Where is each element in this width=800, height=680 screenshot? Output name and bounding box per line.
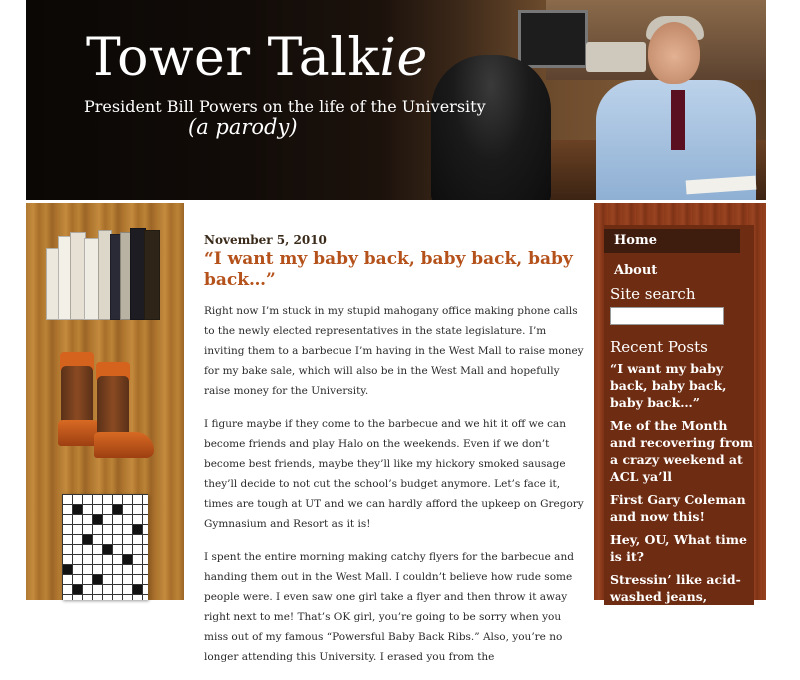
- recent-post-link[interactable]: First Gary Coleman and now this!: [610, 491, 756, 525]
- recent-post-link[interactable]: Hey, OU, What time is it?: [610, 531, 756, 565]
- site-title-main: Tower Talk: [86, 28, 380, 88]
- site-subtitle: President Bill Powers on the life of the…: [84, 97, 486, 116]
- site-search-input[interactable]: [610, 307, 724, 325]
- header-photo-visitor: [431, 55, 551, 200]
- recent-posts-list: “I want my baby back, baby back, baby ba…: [610, 360, 756, 611]
- post-paragraph-1: Right now I’m stuck in my stupid mahogan…: [204, 305, 584, 397]
- search-heading: Site search: [610, 285, 696, 303]
- site-title-suffix: ie: [379, 28, 428, 88]
- post-paragraph-2: I figure maybe if they come to the barbe…: [204, 418, 584, 530]
- site-title[interactable]: Tower Talkie: [86, 28, 428, 88]
- post-body: Right now I’m stuck in my stupid mahogan…: [204, 301, 584, 680]
- crossword-icon: [62, 494, 148, 600]
- right-sidebar: Home About Site search Recent Posts “I w…: [594, 203, 766, 605]
- books-icon: [46, 228, 160, 320]
- header-photo-tie: [671, 90, 685, 150]
- site-parody-tag: (a parody): [188, 115, 298, 139]
- nav-item-home[interactable]: Home: [604, 229, 740, 253]
- header-photo-president-head: [648, 22, 700, 84]
- nav-item-about[interactable]: About: [614, 263, 657, 278]
- recent-posts-heading: Recent Posts: [610, 338, 708, 356]
- recent-post-link[interactable]: “I want my baby back, baby back, baby ba…: [610, 360, 756, 411]
- cowboy-boots-icon: [56, 352, 166, 470]
- header-photo-printer: [586, 42, 646, 72]
- header-photo-monitor: [518, 10, 588, 68]
- post-title-link[interactable]: “I want my baby back, baby back, baby ba…: [204, 249, 574, 291]
- post-content-area: November 5, 2010 “I want my baby back, b…: [184, 203, 594, 663]
- post-paragraph-3: I spent the entire morning making catchy…: [204, 551, 574, 663]
- recent-post-link[interactable]: Me of the Month and recovering from a cr…: [610, 417, 756, 485]
- post-date: November 5, 2010: [204, 233, 327, 247]
